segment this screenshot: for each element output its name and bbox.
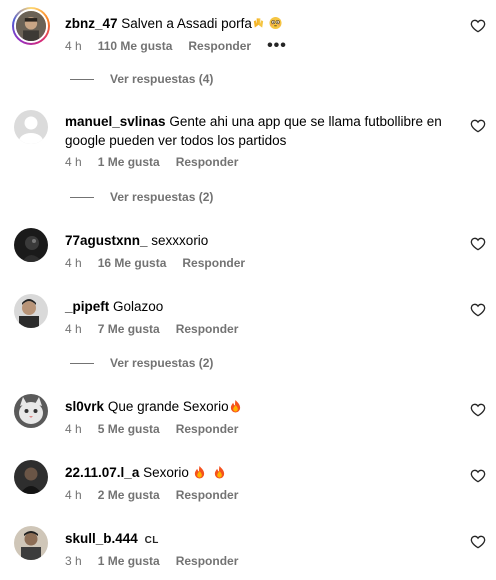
replies-divider bbox=[70, 78, 94, 80]
view-replies-button[interactable]: Ver respuestas (2) bbox=[70, 356, 213, 370]
reply-button[interactable]: Responder bbox=[188, 39, 251, 53]
reply-button[interactable]: Responder bbox=[182, 256, 245, 270]
heart-outline-icon[interactable] bbox=[470, 402, 486, 418]
fire-emoji bbox=[215, 465, 225, 479]
view-replies-label: Ver respuestas (2) bbox=[110, 356, 214, 370]
avatar-image bbox=[14, 460, 48, 494]
view-replies-button[interactable]: Ver respuestas (4) bbox=[70, 72, 213, 86]
flushed-face-emoji bbox=[269, 16, 282, 30]
comment-body: 22.11.07.l_a Sexorio bbox=[65, 463, 457, 482]
heart-outline-icon[interactable] bbox=[470, 302, 486, 318]
comment-likes[interactable]: 2 Me gusta bbox=[98, 488, 160, 502]
comment-text: Sexorio bbox=[143, 465, 189, 480]
comment-meta: 4 h 110 Me gusta Responder ••• bbox=[65, 37, 303, 55]
more-options-icon[interactable]: ••• bbox=[267, 37, 287, 55]
avatar-image bbox=[14, 526, 48, 560]
comment-body: zbnz_47 Salven a Assadi porfa bbox=[65, 14, 457, 33]
comment-text: Que grande Sexorio bbox=[107, 399, 229, 414]
comment-username[interactable]: manuel_svlinas bbox=[65, 114, 166, 129]
comment-time: 4 h bbox=[65, 322, 82, 336]
avatar-image bbox=[14, 228, 48, 262]
comment-likes[interactable]: 1 Me gusta bbox=[98, 554, 160, 568]
avatar-story-ring[interactable] bbox=[12, 7, 50, 45]
heart-outline-icon[interactable] bbox=[470, 236, 486, 252]
default-avatar-icon bbox=[14, 110, 48, 144]
avatar[interactable] bbox=[14, 228, 48, 262]
avatar[interactable] bbox=[14, 526, 48, 560]
comment-meta: 3 h 1 Me gusta Responder bbox=[65, 554, 254, 568]
comment-time: 4 h bbox=[65, 155, 82, 169]
comment-body: manuel_svlinas Gente ahi una app que se … bbox=[65, 112, 457, 150]
comment-username[interactable]: zbnz_47 bbox=[65, 16, 118, 31]
comment-username[interactable]: _pipeft bbox=[65, 299, 109, 314]
replies-divider bbox=[70, 362, 94, 364]
comment-text: sexxxorio bbox=[151, 233, 209, 248]
view-replies-label: Ver respuestas (2) bbox=[110, 190, 214, 204]
comment-time: 4 h bbox=[65, 488, 82, 502]
replies-divider bbox=[70, 196, 94, 198]
avatar[interactable] bbox=[14, 110, 48, 144]
fire-emoji bbox=[230, 399, 240, 413]
comment-time: 4 h bbox=[65, 422, 82, 436]
heart-outline-icon[interactable] bbox=[470, 118, 486, 134]
fire-emoji bbox=[194, 465, 204, 479]
avatar-image bbox=[14, 294, 48, 328]
comment-body: sl0vrk Que grande Sexorio bbox=[65, 397, 457, 416]
comment-time: 3 h bbox=[65, 554, 82, 568]
comment-username[interactable]: sl0vrk bbox=[65, 399, 104, 414]
comment-body: _pipeft Golazoo bbox=[65, 297, 457, 316]
comment-meta: 4 h 5 Me gusta Responder bbox=[65, 422, 254, 436]
view-replies-label: Ver respuestas (4) bbox=[110, 72, 214, 86]
heart-outline-icon[interactable] bbox=[470, 468, 486, 484]
comment-likes[interactable]: 1 Me gusta bbox=[98, 155, 160, 169]
comment-body: skull_b.444 CL bbox=[65, 529, 457, 550]
avatar[interactable] bbox=[14, 460, 48, 494]
comment-username[interactable]: skull_b.444 bbox=[65, 531, 138, 546]
heart-outline-icon[interactable] bbox=[470, 534, 486, 550]
reply-button[interactable]: Responder bbox=[176, 322, 239, 336]
heart-outline-icon[interactable] bbox=[470, 18, 486, 34]
reply-button[interactable]: Responder bbox=[176, 155, 239, 169]
raised-hands-emoji bbox=[253, 18, 264, 28]
comment-text: Salven a Assadi porfa bbox=[121, 16, 252, 31]
comment-time: 4 h bbox=[65, 39, 82, 53]
comment-meta: 4 h 2 Me gusta Responder bbox=[65, 488, 254, 502]
avatar-image bbox=[16, 11, 46, 41]
avatar[interactable] bbox=[14, 394, 48, 428]
view-replies-button[interactable]: Ver respuestas (2) bbox=[70, 190, 213, 204]
comment-meta: 4 h 1 Me gusta Responder bbox=[65, 155, 254, 169]
comment-likes[interactable]: 7 Me gusta bbox=[98, 322, 160, 336]
comment-badge: CL bbox=[144, 535, 159, 546]
reply-button[interactable]: Responder bbox=[176, 422, 239, 436]
comment-likes[interactable]: 16 Me gusta bbox=[98, 256, 167, 270]
comment-username[interactable]: 77agustxnn_ bbox=[65, 233, 148, 248]
comment-username[interactable]: 22.11.07.l_a bbox=[65, 465, 139, 480]
avatar[interactable] bbox=[14, 294, 48, 328]
comment-likes[interactable]: 110 Me gusta bbox=[98, 39, 173, 53]
reply-button[interactable]: Responder bbox=[176, 488, 239, 502]
comment-meta: 4 h 7 Me gusta Responder bbox=[65, 322, 254, 336]
comment-text: Golazoo bbox=[113, 299, 164, 314]
avatar-image bbox=[14, 394, 48, 428]
comment-time: 4 h bbox=[65, 256, 82, 270]
comment-meta: 4 h 16 Me gusta Responder bbox=[65, 256, 261, 270]
reply-button[interactable]: Responder bbox=[176, 554, 239, 568]
comment-likes[interactable]: 5 Me gusta bbox=[98, 422, 160, 436]
comment-body: 77agustxnn_ sexxxorio bbox=[65, 231, 457, 250]
